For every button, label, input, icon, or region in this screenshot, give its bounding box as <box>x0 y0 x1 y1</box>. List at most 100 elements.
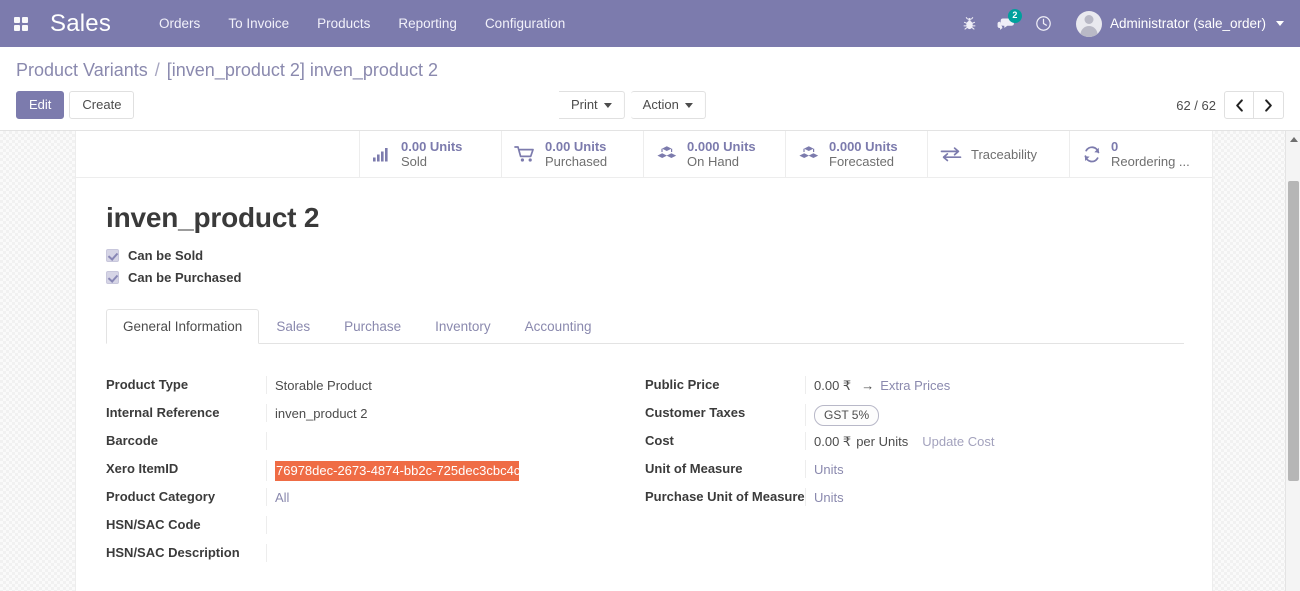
pager-previous-button[interactable] <box>1224 91 1254 119</box>
scrollbar-thumb[interactable] <box>1288 181 1299 481</box>
menu-item-reporting[interactable]: Reporting <box>384 10 471 37</box>
field-value-xero-itemid[interactable]: 76978dec-2673-4874-bb2c-725dec3cbc4c <box>275 461 519 481</box>
control-panel-buttons: Edit Create Print Action 62 / 62 <box>0 85 1300 130</box>
field-value-internal-reference[interactable]: inven_product 2 <box>266 404 621 422</box>
stat-value-sold: 0.00 Units <box>401 139 463 154</box>
stat-label-forecasted: Forecasted <box>829 154 895 169</box>
top-navbar: Sales Orders To Invoice Products Reporti… <box>0 0 1300 47</box>
pager-count: 62 / 62 <box>1176 97 1216 113</box>
field-value-hsn-description[interactable] <box>266 544 621 562</box>
print-action-group: Print Action <box>558 91 706 119</box>
breadcrumb-item-root[interactable]: Product Variants <box>16 60 148 80</box>
form-sheet: 0.00 Units Sold 0.00 Units Purchased 0.0… <box>75 131 1213 591</box>
tab-accounting[interactable]: Accounting <box>508 309 609 344</box>
can-be-purchased-checkbox[interactable] <box>106 271 119 284</box>
pager-next-button[interactable] <box>1254 91 1284 119</box>
stat-value-purchased: 0.00 Units <box>545 139 607 154</box>
stat-button-reordering-rules[interactable]: 0 Reordering ... <box>1070 131 1212 177</box>
main-menu: Orders To Invoice Products Reporting Con… <box>145 10 579 37</box>
field-value-hsn-code[interactable] <box>266 516 621 534</box>
chevron-up-icon <box>1289 136 1298 142</box>
form-column-left: Product Type Storable Product Internal R… <box>106 376 645 572</box>
field-product-type: Product Type Storable Product <box>106 376 621 398</box>
chevron-down-icon <box>684 102 693 108</box>
stat-button-on-hand[interactable]: 0.000 Units On Hand <box>644 131 786 177</box>
boxes-icon <box>656 145 678 164</box>
control-panel: Product Variants / [inven_product 2] inv… <box>0 47 1300 131</box>
can-be-sold-checkbox[interactable] <box>106 249 119 262</box>
action-dropdown-button[interactable]: Action <box>630 91 706 119</box>
menu-item-products[interactable]: Products <box>303 10 384 37</box>
field-label-xero-itemid: Xero ItemID <box>106 461 179 476</box>
create-button[interactable]: Create <box>69 91 135 119</box>
field-value-unit-of-measure[interactable]: Units <box>814 462 844 477</box>
chevron-down-icon <box>1276 21 1284 26</box>
field-cost: Cost 0.00 ₹ per Units Update Cost <box>645 432 1160 454</box>
field-value-public-price[interactable]: 0.00 ₹ <box>814 377 851 394</box>
field-value-xero-itemid-wrapper[interactable]: 76978dec-2673-4874-bb2c-725dec3cbc4c <box>266 460 621 481</box>
menu-item-configuration[interactable]: Configuration <box>471 10 579 37</box>
vertical-scrollbar[interactable] <box>1285 131 1300 591</box>
print-dropdown-button[interactable]: Print <box>558 91 625 119</box>
field-hsn-description: HSN/SAC Description <box>106 544 621 566</box>
breadcrumb-row: Product Variants / [inven_product 2] inv… <box>0 47 1300 85</box>
field-purchase-unit-of-measure: Purchase Unit of Measure Units <box>645 488 1160 510</box>
edit-button[interactable]: Edit <box>16 91 65 119</box>
app-brand-sales[interactable]: Sales <box>50 10 111 38</box>
field-value-purchase-unit-of-measure[interactable]: Units <box>814 490 844 505</box>
stat-label-purchased: Purchased <box>545 154 608 169</box>
refresh-icon <box>1082 145 1102 164</box>
tab-inventory[interactable]: Inventory <box>418 309 508 344</box>
menu-item-orders[interactable]: Orders <box>145 10 214 37</box>
chevron-right-icon <box>1265 98 1272 112</box>
activities-clock-icon[interactable] <box>1027 7 1061 41</box>
bar-chart-icon <box>372 145 392 163</box>
stat-button-sold[interactable]: 0.00 Units Sold <box>360 131 502 177</box>
menu-item-to-invoice[interactable]: To Invoice <box>214 10 303 37</box>
stat-value-on-hand: 0.000 Units <box>687 139 756 154</box>
field-public-price: Public Price 0.00 ₹ → Extra Prices <box>645 376 1160 398</box>
tab-general-information[interactable]: General Information <box>106 309 260 344</box>
field-label-hsn-code: HSN/SAC Code <box>106 517 201 532</box>
stat-value-forecasted: 0.000 Units <box>829 139 898 154</box>
product-image-placeholder <box>76 131 360 177</box>
stat-button-forecasted[interactable]: 0.000 Units Forecasted <box>786 131 928 177</box>
apps-menu-icon[interactable] <box>6 9 36 39</box>
customer-tax-tag[interactable]: GST 5% <box>814 405 880 426</box>
messages-icon[interactable]: 2 <box>990 7 1024 41</box>
shopping-cart-icon <box>514 145 536 163</box>
field-label-product-category: Product Category <box>106 489 216 504</box>
field-value-barcode[interactable] <box>266 432 621 450</box>
field-customer-taxes: Customer Taxes GST 5% <box>645 404 1160 426</box>
extra-prices-link[interactable]: Extra Prices <box>880 377 950 394</box>
stat-label-on-hand: On Hand <box>687 154 740 169</box>
navbar-right-tools: 2 Administrator (sale_order) <box>953 7 1288 41</box>
breadcrumb-separator: / <box>154 60 160 80</box>
tab-purchase[interactable]: Purchase <box>327 309 418 344</box>
sheet-content: inven_product 2 Can be Sold Can be Purch… <box>76 178 1212 591</box>
stat-button-purchased[interactable]: 0.00 Units Purchased <box>502 131 644 177</box>
tab-sales[interactable]: Sales <box>259 309 327 344</box>
update-cost-link[interactable]: Update Cost <box>908 433 994 450</box>
field-value-cost[interactable]: 0.00 ₹ <box>814 433 851 450</box>
form-view-background: 0.00 Units Sold 0.00 Units Purchased 0.0… <box>0 131 1300 591</box>
stat-button-box: 0.00 Units Sold 0.00 Units Purchased 0.0… <box>76 131 1212 178</box>
field-label-internal-reference: Internal Reference <box>106 405 220 420</box>
field-value-product-type[interactable]: Storable Product <box>266 376 621 394</box>
scrollbar-up-button[interactable] <box>1286 131 1300 147</box>
field-label-product-type: Product Type <box>106 377 189 392</box>
print-label: Print <box>570 97 598 112</box>
can-be-sold-row[interactable]: Can be Sold <box>106 248 1184 263</box>
bug-icon[interactable] <box>953 7 987 41</box>
stat-button-traceability[interactable]: Traceability <box>928 131 1070 177</box>
field-label-barcode: Barcode <box>106 433 159 448</box>
chevron-left-icon <box>1235 98 1243 112</box>
breadcrumb: Product Variants / [inven_product 2] inv… <box>16 60 1300 81</box>
can-be-purchased-row[interactable]: Can be Purchased <box>106 270 1184 285</box>
user-name-label: Administrator (sale_order) <box>1109 16 1266 31</box>
user-menu[interactable]: Administrator (sale_order) <box>1070 9 1288 39</box>
stat-label-reordering: Reordering ... <box>1111 154 1190 169</box>
avatar <box>1075 10 1102 37</box>
field-unit-of-measure: Unit of Measure Units <box>645 460 1160 482</box>
field-value-product-category[interactable]: All <box>275 490 289 505</box>
